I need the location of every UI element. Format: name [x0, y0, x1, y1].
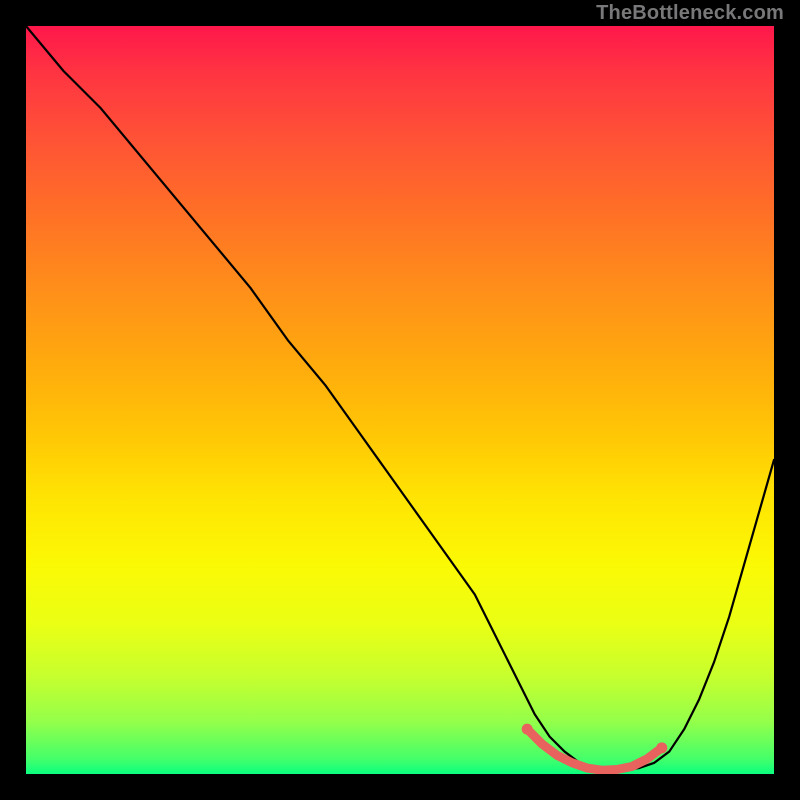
- bottleneck-curve: [26, 26, 774, 770]
- optimal-region-marker: [522, 724, 668, 771]
- optimal-end-dot: [656, 742, 667, 753]
- chart-container: TheBottleneck.com: [0, 0, 800, 800]
- optimal-end-dot: [522, 724, 533, 735]
- chart-svg: [26, 26, 774, 774]
- watermark-text: TheBottleneck.com: [596, 2, 784, 25]
- plot-area: [26, 26, 774, 774]
